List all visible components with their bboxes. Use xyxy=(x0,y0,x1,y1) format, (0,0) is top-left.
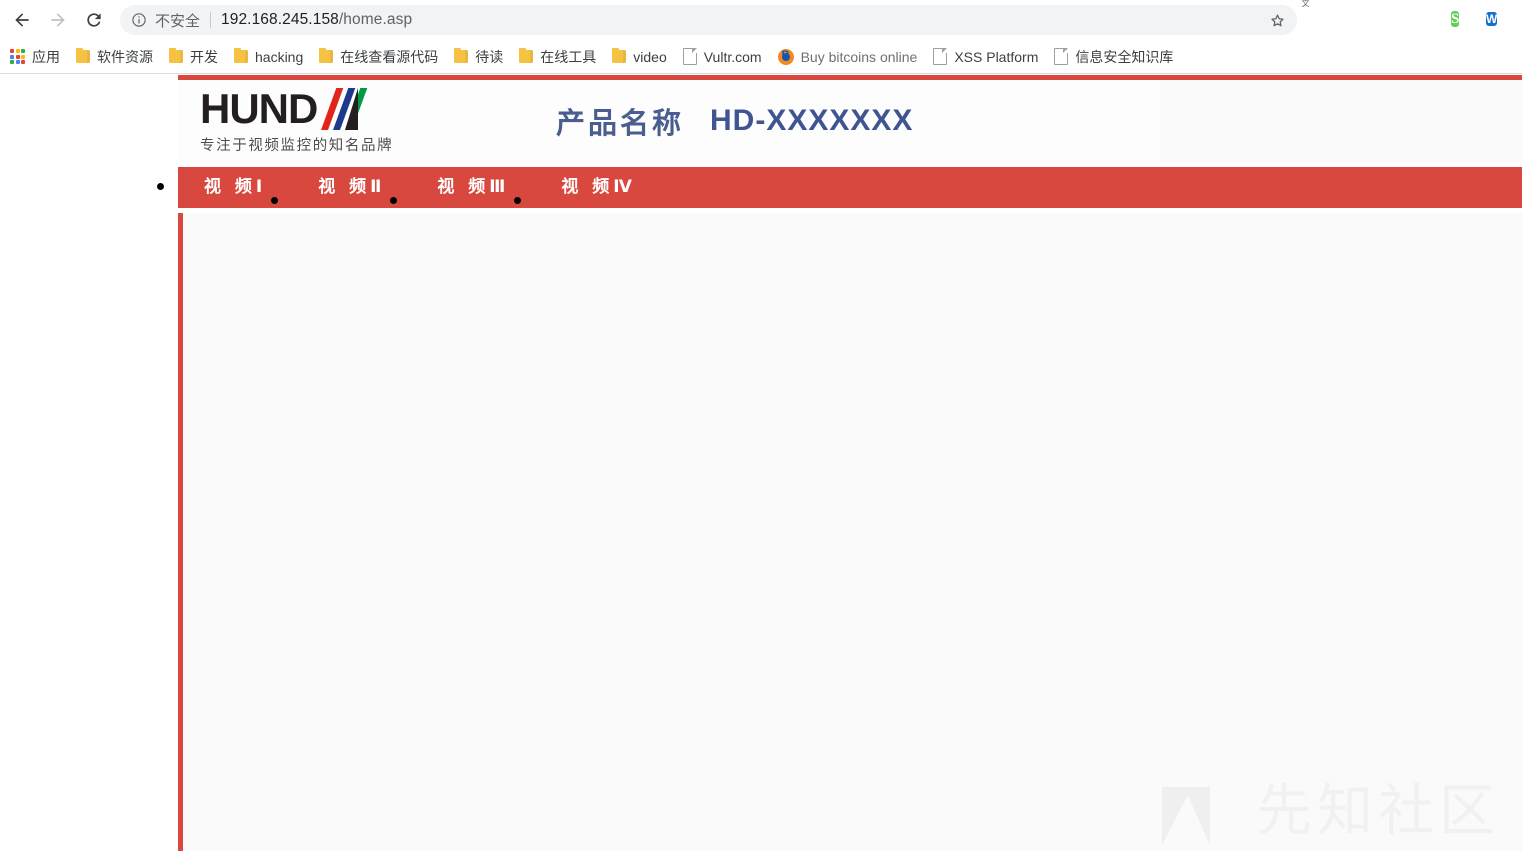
folder-icon xyxy=(319,47,334,63)
bookmark-buy-bitcoins[interactable]: Buy bitcoins online xyxy=(770,44,926,70)
bookmark-folder-3[interactable]: hacking xyxy=(226,44,311,70)
apps-grid-icon xyxy=(10,49,25,64)
bookmark-folder-6[interactable]: 在线工具 xyxy=(511,44,604,70)
forward-button[interactable] xyxy=(40,2,76,38)
product-title-block: 产品名称 HD-XXXXXXX xyxy=(556,100,913,142)
bookmark-label: 应用 xyxy=(32,48,60,65)
site-container: HUND 专注于视频监控的知名品牌 产品名称 HD-XXXXXXX 视 频Ⅰ 视… xyxy=(178,75,1522,851)
arrow-right-icon xyxy=(51,13,65,27)
logo-mark: HUND xyxy=(200,84,375,132)
bitcoin-icon xyxy=(777,48,794,65)
bookmark-label: 信息安全知识库 xyxy=(1075,48,1174,65)
list-bullet-marker xyxy=(157,183,164,190)
black-ring-icon[interactable] xyxy=(1416,9,1438,31)
bookmark-folder-4[interactable]: 在线查看源代码 xyxy=(311,44,446,70)
folder-icon xyxy=(454,47,469,63)
zhi-slash-logo-icon xyxy=(1162,779,1234,845)
url-path: /home.asp xyxy=(338,11,413,28)
video-content-area: 先知社区 xyxy=(178,213,1522,851)
nav-item-video-2[interactable]: 视 频Ⅱ xyxy=(292,167,411,208)
folder-icon xyxy=(169,47,183,63)
brand-logo[interactable]: HUND 专注于视频监控的知名品牌 xyxy=(200,84,426,155)
bookmark-folder-5[interactable]: 待读 xyxy=(446,44,511,70)
reload-button[interactable] xyxy=(76,2,112,38)
bookmark-apps[interactable]: 应用 xyxy=(2,44,68,70)
nav-list: 视 频Ⅰ 视 频Ⅱ 视 频Ⅲ 视 频Ⅳ xyxy=(178,167,662,208)
green-s-icon[interactable]: S xyxy=(1451,9,1473,31)
bookmark-label: 开发 xyxy=(190,48,218,65)
bookmark-label: 软件资源 xyxy=(97,48,153,65)
security-label: 不安全 xyxy=(155,12,201,30)
bookmark-label: 在线查看源代码 xyxy=(340,48,439,65)
bookmark-folder-1[interactable]: 软件资源 xyxy=(68,44,161,70)
bookmark-security-kb[interactable]: 信息安全知识库 xyxy=(1046,44,1181,70)
browser-window: 不安全 192.168.245.158/home.asp S W 应用 软件资源… xyxy=(0,0,1522,854)
bookmark-label: video xyxy=(633,48,667,65)
ublock-shield-icon[interactable] xyxy=(1381,9,1403,31)
bookmark-label: 在线工具 xyxy=(540,48,597,65)
header-background-fill xyxy=(1160,80,1522,162)
bookmark-label: hacking xyxy=(255,48,304,65)
url-host: 192.168.245.158 xyxy=(221,11,339,28)
bookmark-label: Vultr.com xyxy=(703,48,762,65)
video-player-placeholder[interactable]: 先知社区 xyxy=(183,213,1522,851)
nav-item-video-3[interactable]: 视 频Ⅲ xyxy=(411,167,535,208)
page-icon xyxy=(933,48,948,65)
logo-tagline: 专注于视频监控的知名品牌 xyxy=(200,137,394,154)
back-button[interactable] xyxy=(4,2,40,38)
folder-icon xyxy=(234,47,248,63)
extension-toolbar: S W xyxy=(1305,9,1522,31)
browser-toolbar: 不安全 192.168.245.158/home.asp S W xyxy=(0,0,1522,40)
watermark-text: 先知社区 xyxy=(1256,779,1500,844)
product-name-label: 产品名称 xyxy=(556,106,685,140)
bookmark-star-icon[interactable] xyxy=(1263,6,1291,34)
reload-icon xyxy=(87,13,101,27)
pocket-icon[interactable] xyxy=(1346,9,1368,31)
site-header: HUND 专注于视频监控的知名品牌 产品名称 HD-XXXXXXX xyxy=(178,80,1160,162)
product-model-value: HD-XXXXXXX xyxy=(710,104,914,137)
navigation-buttons xyxy=(0,2,112,38)
watermark: 先知社区 xyxy=(1162,779,1500,845)
omnibox-divider xyxy=(210,12,212,28)
logo-wordmark: HUND xyxy=(200,84,318,132)
blue-w-icon[interactable]: W xyxy=(1486,9,1508,31)
nav-item-video-4[interactable]: 视 频Ⅳ xyxy=(535,167,662,208)
logo-a-stripes-icon xyxy=(315,87,375,130)
folder-icon xyxy=(612,47,627,63)
nav-item-video-1[interactable]: 视 频Ⅰ xyxy=(178,167,292,208)
bookmark-label: Buy bitcoins online xyxy=(800,48,918,65)
page-icon xyxy=(1054,48,1069,65)
page-viewport: HUND 专注于视频监控的知名品牌 产品名称 HD-XXXXXXX 视 频Ⅰ 视… xyxy=(0,75,1522,854)
google-translate-icon[interactable] xyxy=(1311,9,1333,31)
bookmark-label: 待读 xyxy=(475,48,504,65)
info-circle-icon[interactable] xyxy=(130,11,148,29)
url-text: 192.168.245.158/home.asp xyxy=(221,11,412,29)
bookmark-vultr[interactable]: Vultr.com xyxy=(675,44,770,70)
nav-link-label[interactable]: 视 频Ⅳ xyxy=(535,167,662,208)
page-icon xyxy=(682,48,697,65)
bookmark-xss-platform[interactable]: XSS Platform xyxy=(925,44,1046,70)
folder-icon xyxy=(76,47,90,63)
folder-icon xyxy=(519,47,534,63)
address-bar[interactable]: 不安全 192.168.245.158/home.asp xyxy=(120,5,1297,35)
bookmark-label: XSS Platform xyxy=(954,48,1039,65)
main-navigation-bar: 视 频Ⅰ 视 频Ⅱ 视 频Ⅲ 视 频Ⅳ xyxy=(178,167,1522,208)
arrow-left-icon xyxy=(15,13,29,27)
bookmark-folder-7[interactable]: video xyxy=(604,44,674,70)
bookmarks-bar: 应用 软件资源 开发 hacking 在线查看源代码 待读 在线工具 video… xyxy=(0,40,1522,74)
bookmark-folder-2[interactable]: 开发 xyxy=(161,44,226,70)
